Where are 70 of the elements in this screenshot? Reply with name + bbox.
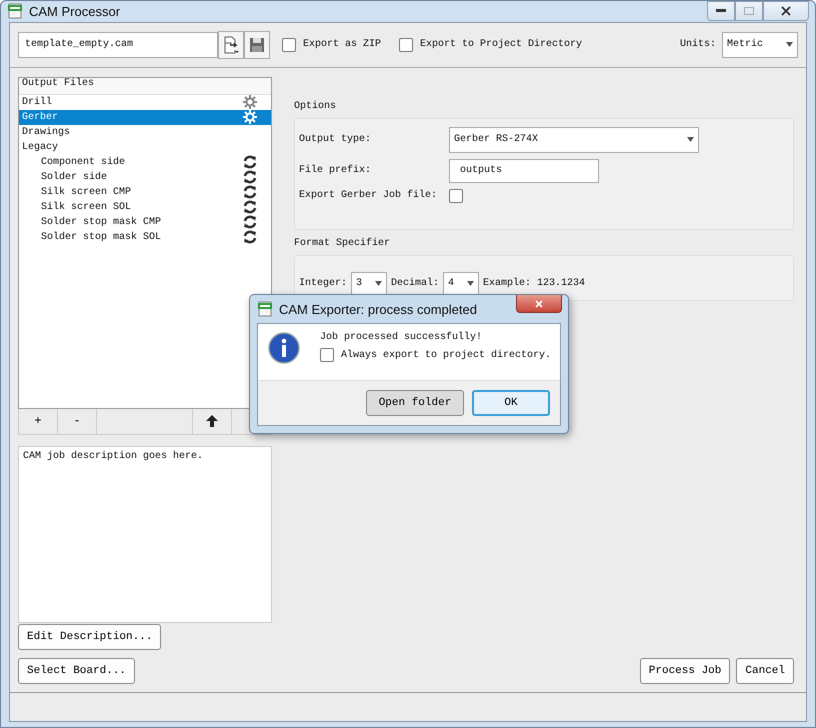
dialog-button[interactable]: Open folder <box>366 390 464 416</box>
close-button[interactable] <box>763 1 809 21</box>
checkbox-label: Always export to project directory. <box>341 350 552 360</box>
dialog-title: CAM Exporter: process completed <box>279 302 477 316</box>
checkbox[interactable] <box>399 38 414 52</box>
integer-dropdown[interactable]: 3 <box>351 272 388 296</box>
close-button[interactable] <box>516 295 562 313</box>
tree-item[interactable]: Solder stop mask CMP <box>19 214 271 230</box>
info-icon <box>268 332 300 364</box>
minimize-button[interactable] <box>707 1 735 21</box>
gear-icon <box>243 95 257 110</box>
description-box[interactable]: CAM job description goes here. <box>18 446 272 623</box>
caret-icon <box>375 281 382 286</box>
decimal-dropdown[interactable]: 4 <box>443 272 480 296</box>
up-arrow-icon <box>206 415 218 428</box>
checkbox[interactable] <box>449 188 463 203</box>
field-label: Export Gerber Job file: <box>299 190 438 202</box>
tree-item[interactable]: Silk screen SOL <box>19 200 271 215</box>
checkbox-label: Export to Project Directory <box>420 39 582 50</box>
refresh-icon <box>243 170 257 184</box>
message-text: Job processed successfully! <box>320 332 484 343</box>
caret-icon <box>467 281 474 286</box>
refresh-icon <box>243 155 257 170</box>
group-title: Options <box>294 100 338 112</box>
maximize-icon <box>744 7 754 15</box>
checkbox[interactable] <box>282 38 296 52</box>
caret-icon <box>687 137 694 142</box>
file-prefix-field[interactable]: outputs <box>449 158 599 183</box>
refresh-icon <box>243 185 257 200</box>
process-job-button[interactable]: Process Job <box>640 658 730 684</box>
board-file-icon <box>7 3 23 20</box>
tree-item[interactable]: Drill <box>19 94 271 110</box>
tree-item[interactable]: Solder stop mask SOL <box>19 230 271 245</box>
tree-item[interactable]: Gerber <box>19 110 271 125</box>
field-label: File prefix: <box>299 165 372 176</box>
select-board-button[interactable]: Select Board... <box>18 658 136 684</box>
checkbox[interactable] <box>320 348 334 362</box>
close-icon <box>535 300 543 308</box>
checkbox-label: Export as ZIP <box>303 39 382 50</box>
file-arrow-icon <box>222 36 240 54</box>
tree-item[interactable]: Solder side <box>19 170 271 185</box>
tree-item[interactable]: Legacy <box>19 140 271 155</box>
tree-item[interactable]: Drawings <box>19 124 271 140</box>
tree-item[interactable]: Component side <box>19 154 271 170</box>
tree-item[interactable]: Silk screen CMP <box>19 184 271 200</box>
units-dropdown[interactable]: Metric <box>722 32 798 58</box>
refresh-icon <box>243 230 257 244</box>
field-label: Decimal: <box>391 278 440 290</box>
units-label: Units: <box>680 39 716 50</box>
gear-icon <box>243 110 257 124</box>
board-file-icon <box>257 301 273 317</box>
minimize-icon <box>716 9 726 13</box>
tree-header: Output Files <box>19 78 271 95</box>
cancel-button[interactable]: Cancel <box>736 658 794 684</box>
window-title: CAM Processor <box>29 4 120 19</box>
caret-icon <box>786 42 793 48</box>
open-file-button[interactable] <box>218 30 244 59</box>
save-button[interactable] <box>244 30 270 59</box>
field-label: Integer: <box>299 278 348 290</box>
edit-description-button[interactable]: Edit Description... <box>18 624 162 650</box>
save-icon <box>249 36 265 53</box>
field-label: Output type: <box>299 134 372 146</box>
output-type-dropdown[interactable]: Gerber RS-274X <box>449 126 699 153</box>
refresh-icon <box>243 215 257 230</box>
example-text: Example: 123.1234 <box>483 278 586 290</box>
refresh-icon <box>243 200 257 214</box>
job-file-field[interactable]: template_empty.cam <box>18 32 218 58</box>
dialog-button[interactable]: OK <box>472 390 550 416</box>
group-title: Format Specifier <box>294 238 392 249</box>
close-icon <box>781 6 791 16</box>
